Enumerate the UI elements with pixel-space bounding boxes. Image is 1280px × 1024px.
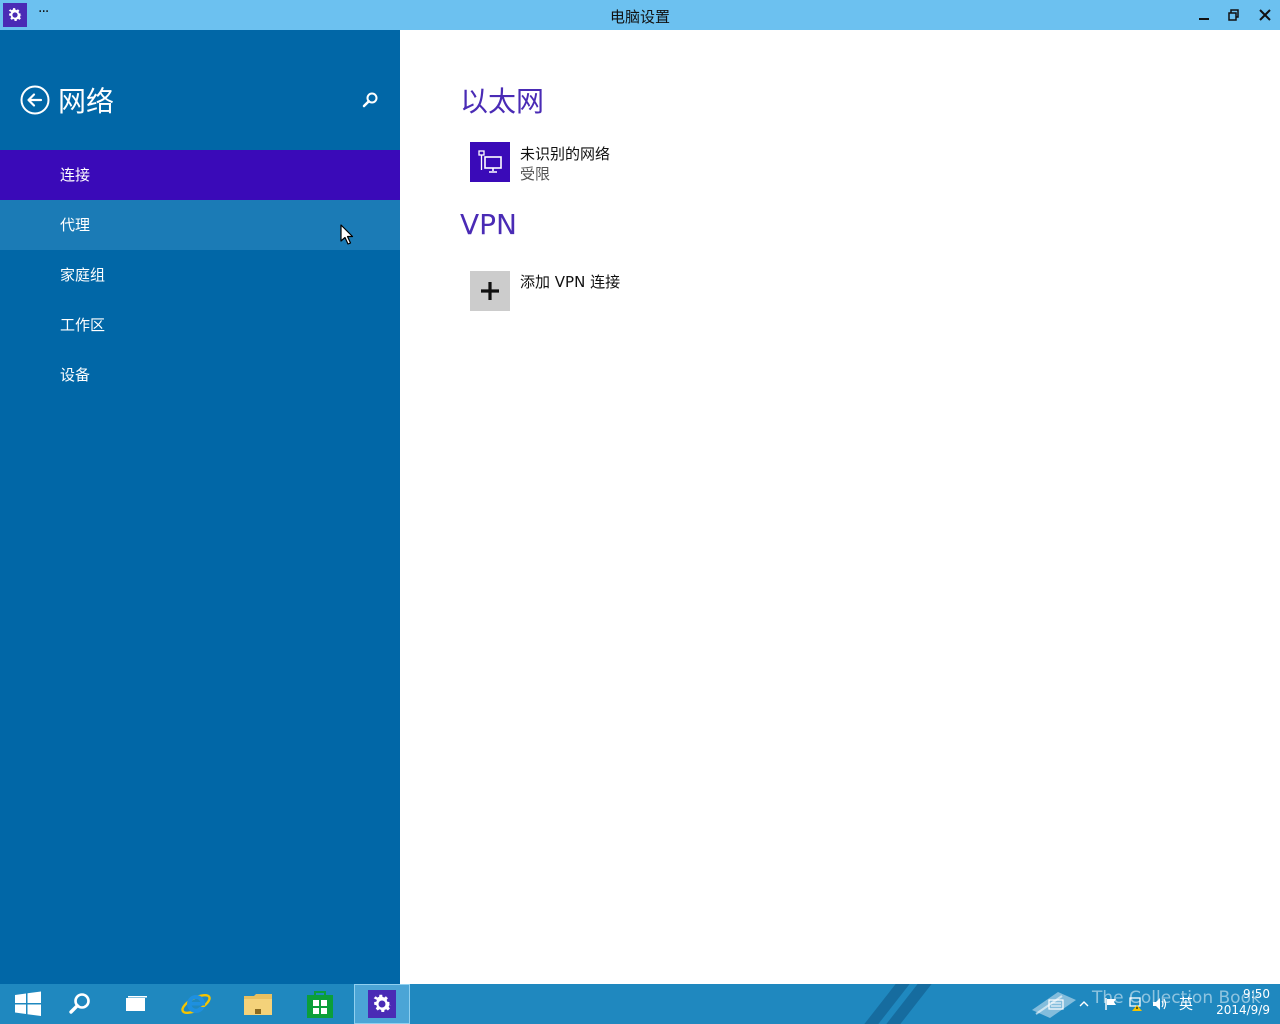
speaker-icon [1153, 998, 1167, 1010]
add-vpn-button[interactable] [470, 271, 510, 311]
settings-app-icon[interactable] [3, 3, 27, 27]
file-explorer-button[interactable] [230, 984, 286, 1024]
ethernet-connection-tile[interactable] [470, 142, 510, 182]
internet-explorer-icon [181, 993, 211, 1015]
plus-icon [481, 282, 499, 300]
window-title: 电脑设置 [609, 8, 670, 26]
show-hidden-icons-button[interactable] [1076, 984, 1092, 1024]
minimize-icon [1199, 18, 1209, 20]
title-bar: ··· 电脑设置 [0, 0, 1280, 30]
content-pane: 以太网 未识别的网络 受限 VPN 添加 VPN 连接 [400, 30, 1280, 984]
nav-item-devices[interactable]: 设备 [0, 350, 400, 400]
ethernet-connection-status: 受限 [520, 165, 551, 183]
search-icon [362, 92, 378, 108]
back-button[interactable] [20, 85, 50, 115]
taskbar-search-button[interactable] [52, 984, 108, 1024]
chevron-up-icon [1079, 1001, 1089, 1007]
nav-item-homegroup[interactable]: 家庭组 [0, 250, 400, 300]
ethernet-connection-name[interactable]: 未识别的网络 [520, 143, 610, 164]
section-title: 网络 [58, 85, 115, 118]
flag-icon [1105, 998, 1116, 1010]
nav-item-workplace[interactable]: 工作区 [0, 300, 400, 350]
back-arrow-icon [20, 85, 50, 115]
pointer-cursor-icon [340, 224, 354, 245]
gear-icon [8, 8, 23, 22]
store-button[interactable] [292, 984, 348, 1024]
action-center-button[interactable] [1102, 984, 1120, 1024]
minimize-button[interactable] [1188, 0, 1220, 30]
ethernet-network-icon [478, 150, 502, 173]
nav-list: 连接 代理 家庭组 工作区 设备 [0, 150, 400, 400]
restore-icon [1228, 9, 1239, 21]
store-icon [307, 991, 333, 1018]
close-icon [1259, 9, 1271, 21]
folder-icon [244, 994, 272, 1015]
search-icon [69, 993, 90, 1014]
task-view-icon [126, 996, 147, 1011]
network-status-button[interactable] [1126, 984, 1146, 1024]
nav-item-connections[interactable]: 连接 [0, 150, 400, 200]
vpn-heading: VPN [460, 208, 517, 241]
clock-time: 9:50 [1243, 987, 1270, 1001]
input-method-indicator[interactable]: 英 [1176, 984, 1196, 1024]
app-menu-button[interactable]: ··· [38, 4, 49, 20]
internet-explorer-button[interactable] [168, 984, 224, 1024]
network-warning-icon [1129, 997, 1142, 1011]
windows-logo-icon [15, 991, 41, 1016]
close-button[interactable] [1249, 0, 1280, 30]
add-vpn-label[interactable]: 添加 VPN 连接 [520, 271, 620, 292]
mouse-cursor [340, 224, 354, 246]
clock-date: 2014/9/9 [1216, 1003, 1270, 1017]
taskbar: The Collection Book 英 9:50 2014/9/9 [0, 984, 1280, 1024]
task-view-button[interactable] [108, 984, 164, 1024]
sidebar: 网络 连接 代理 家庭组 工作区 设备 [0, 30, 400, 984]
pc-settings-taskbar-button[interactable] [354, 984, 410, 1024]
search-button[interactable] [360, 90, 380, 110]
restore-button[interactable] [1218, 0, 1250, 30]
keyboard-icon [1048, 999, 1064, 1010]
volume-button[interactable] [1150, 984, 1170, 1024]
ethernet-heading: 以太网 [460, 85, 545, 118]
gear-icon [368, 990, 396, 1018]
touch-keyboard-button[interactable] [1046, 984, 1066, 1024]
clock[interactable]: 9:50 2014/9/9 [1198, 986, 1270, 1018]
start-button[interactable] [0, 984, 56, 1024]
